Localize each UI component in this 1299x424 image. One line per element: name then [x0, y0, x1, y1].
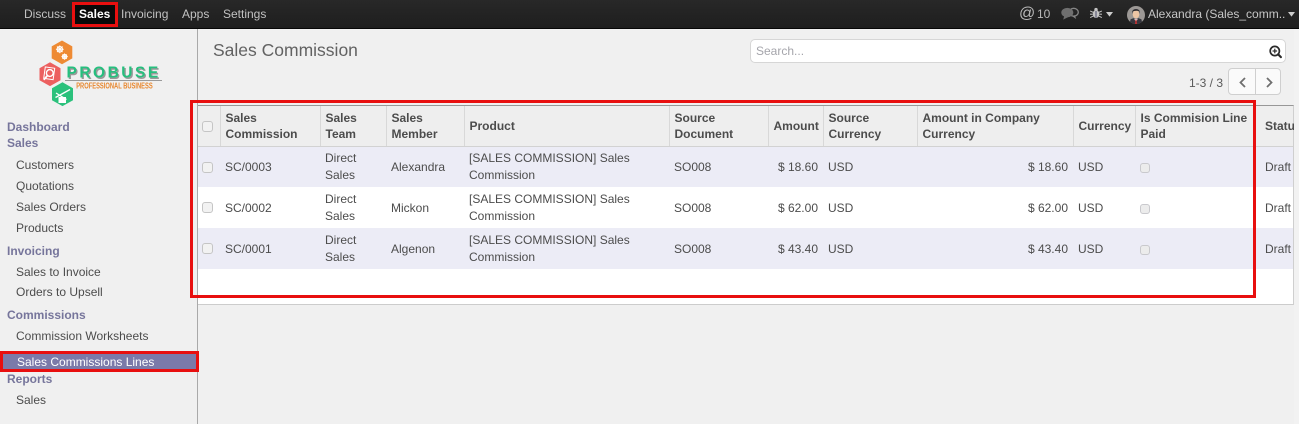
svg-text:PROBUSE: PROBUSE [67, 65, 161, 82]
svg-text:PROFESSIONAL BUSINESS: PROFESSIONAL BUSINESS [76, 83, 153, 91]
